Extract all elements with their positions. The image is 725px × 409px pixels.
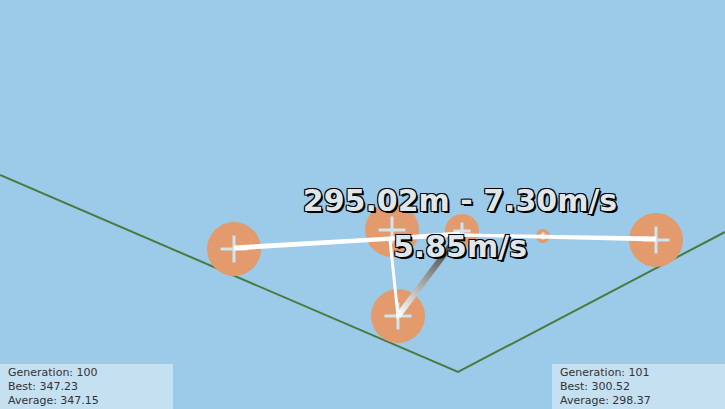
game-screen: 295.02m - 7.30m/s5.85m/sGeneration: 100B… <box>0 0 725 409</box>
car-distance-label: 295.02m - 7.30m/s <box>300 186 620 216</box>
stats-line: Best: 347.23 <box>8 380 165 394</box>
stats-line: Best: 300.52 <box>560 380 717 394</box>
car-speed-label: 5.85m/s <box>380 232 540 262</box>
stats-bar: Generation: 100Best: 347.23Average: 347.… <box>0 364 725 409</box>
car-chassis <box>234 233 656 316</box>
stats-line: Average: 347.15 <box>8 394 165 408</box>
terrain-line <box>0 175 725 372</box>
stats-panel: Generation: 100Best: 347.23Average: 347.… <box>0 364 173 409</box>
stats-line: Average: 298.37 <box>560 394 717 408</box>
stats-line: Generation: 100 <box>8 366 165 380</box>
stats-line: Generation: 101 <box>560 366 717 380</box>
stats-panel: Generation: 101Best: 300.52Average: 298.… <box>552 364 725 409</box>
